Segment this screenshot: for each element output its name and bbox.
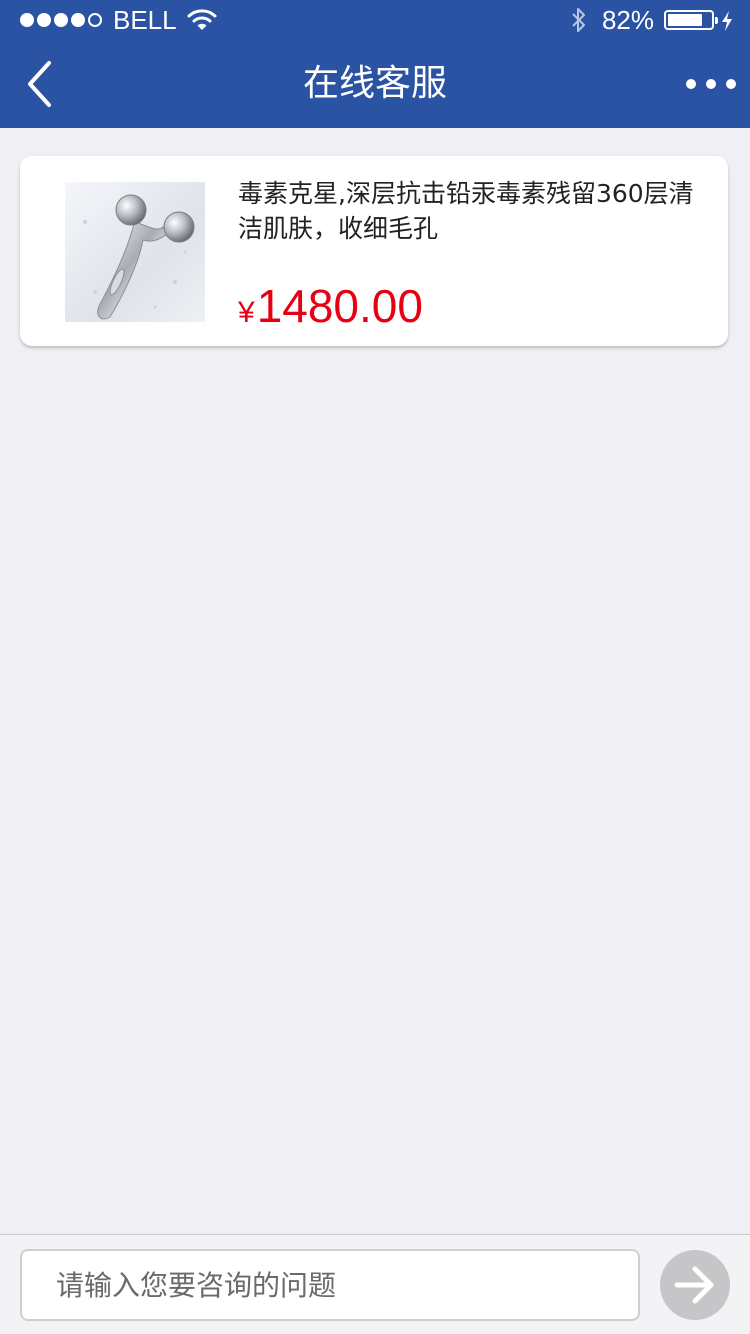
app-header: BELL 82% 在线客服 xyxy=(0,0,750,128)
navigation-bar: 在线客服 xyxy=(0,40,750,128)
more-options-button[interactable] xyxy=(686,64,736,104)
arrow-right-icon xyxy=(674,1266,714,1304)
carrier-name: BELL xyxy=(113,4,177,35)
send-button[interactable] xyxy=(660,1250,730,1320)
signal-dot xyxy=(71,13,85,27)
more-dot xyxy=(726,79,736,89)
status-right: 82% xyxy=(570,4,734,36)
battery-nub xyxy=(715,17,718,24)
status-bar: BELL 82% xyxy=(0,0,750,40)
currency-symbol: ¥ xyxy=(238,296,255,329)
battery-icon xyxy=(664,10,718,30)
product-price: ¥1480.00 xyxy=(238,276,423,343)
product-title: 毒素克星,深层抗击铅汞毒素残留360层清洁肌肤，收细毛孔 xyxy=(238,179,694,243)
price-value: 1480.00 xyxy=(256,280,423,332)
charging-bolt-icon xyxy=(720,9,734,31)
battery-level xyxy=(668,14,703,26)
wifi-icon xyxy=(187,8,217,32)
signal-dot-empty xyxy=(88,13,102,27)
more-dot xyxy=(706,79,716,89)
message-composer xyxy=(0,1234,750,1334)
signal-strength-icon xyxy=(20,13,105,27)
back-button[interactable] xyxy=(10,54,70,114)
bluetooth-icon xyxy=(570,6,588,34)
signal-dot xyxy=(37,13,51,27)
more-dots-icon xyxy=(686,79,696,89)
signal-dot xyxy=(54,13,68,27)
battery-percent: 82% xyxy=(601,4,654,35)
chevron-left-icon xyxy=(28,61,51,107)
page-title: 在线客服 xyxy=(302,63,447,104)
message-input[interactable] xyxy=(20,1249,640,1321)
face-roller-image xyxy=(65,182,205,322)
product-card[interactable]: 毒素克星,深层抗击铅汞毒素残留360层清洁肌肤，收细毛孔 ¥1480.00 xyxy=(20,156,728,346)
signal-dot xyxy=(20,13,34,27)
status-left: BELL xyxy=(20,4,217,36)
